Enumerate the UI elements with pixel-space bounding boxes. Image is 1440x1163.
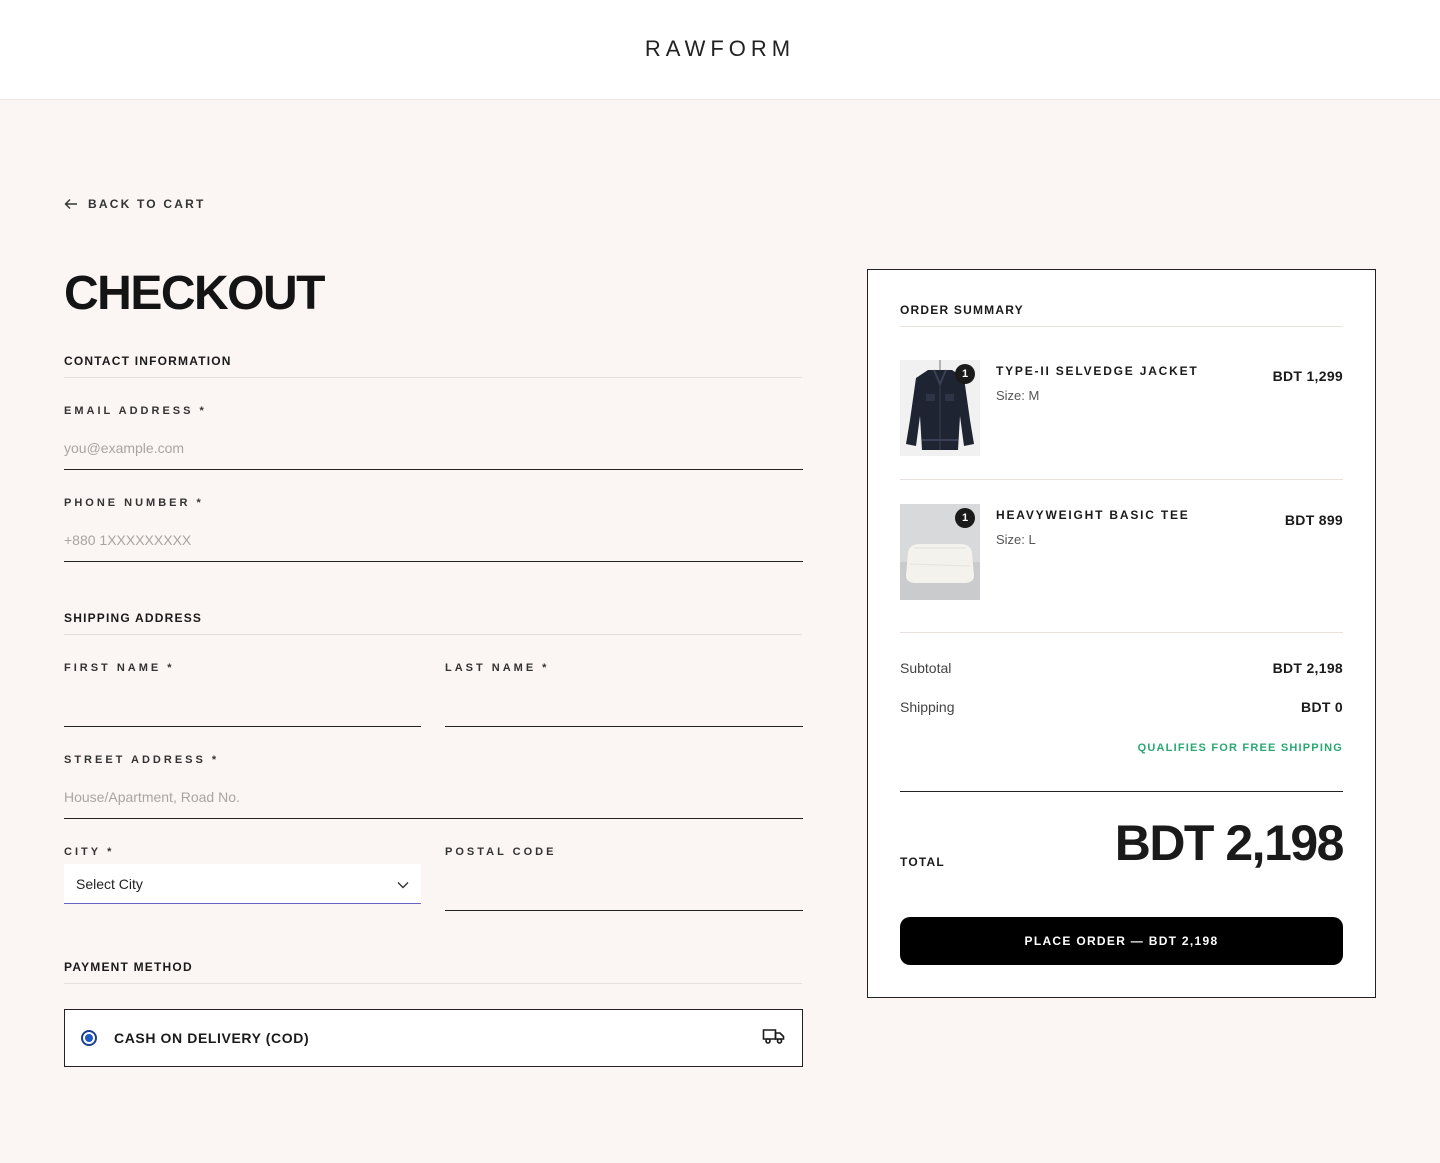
item-size: Size: M (996, 388, 1040, 403)
payment-option-cod[interactable]: CASH ON DELIVERY (COD) (64, 1009, 803, 1067)
item-price: BDT 899 (1284, 512, 1343, 528)
item-size: Size: L (996, 532, 1036, 547)
phone-label: PHONE NUMBER * (64, 497, 204, 509)
brand-logo[interactable]: RAWFORM (0, 36, 1440, 62)
subtotal-label: Subtotal (900, 660, 952, 676)
first-name-input[interactable] (64, 693, 421, 727)
cod-radio[interactable] (81, 1030, 97, 1046)
subtotal-value: BDT 2,198 (1272, 660, 1343, 676)
last-name-input[interactable] (445, 693, 803, 727)
city-select[interactable]: Select City (64, 864, 421, 904)
back-to-cart-link[interactable]: BACK TO CART (64, 197, 206, 211)
first-name-label: FIRST NAME * (64, 662, 175, 674)
item-price: BDT 1,299 (1272, 368, 1343, 384)
total-label: TOTAL (900, 855, 945, 869)
arrow-left-icon (64, 198, 78, 210)
postal-code-label: POSTAL CODE (445, 846, 557, 858)
city-select-value: Select City (76, 875, 143, 892)
top-bar: RAWFORM (0, 0, 1440, 100)
item-name: HEAVYWEIGHT BASIC TEE (996, 508, 1190, 522)
contact-section-title: CONTACT INFORMATION (64, 354, 802, 378)
cod-label: CASH ON DELIVERY (COD) (114, 1030, 310, 1046)
item-quantity-badge: 1 (955, 364, 975, 384)
email-label: EMAIL ADDRESS * (64, 405, 207, 417)
order-summary-title: ORDER SUMMARY (900, 303, 1343, 327)
phone-input[interactable] (64, 528, 803, 562)
street-address-input[interactable] (64, 785, 803, 819)
divider (900, 632, 1343, 633)
street-address-label: STREET ADDRESS * (64, 754, 220, 766)
item-name: TYPE-II SELVEDGE JACKET (996, 364, 1199, 378)
divider (900, 479, 1343, 480)
item-quantity-badge: 1 (955, 508, 975, 528)
order-item: 1 HEAVYWEIGHT BASIC TEE Size: L BDT 899 (900, 504, 1343, 600)
order-summary: ORDER SUMMARY 1 TYPE-II SELVEDGE JACKET … (867, 269, 1376, 998)
back-to-cart-label: BACK TO CART (88, 197, 206, 211)
total-value: BDT 2,198 (1114, 815, 1345, 871)
last-name-label: LAST NAME * (445, 662, 550, 674)
place-order-button[interactable]: PLACE ORDER — BDT 2,198 (900, 917, 1343, 965)
chevron-down-icon (397, 876, 409, 892)
total-divider (900, 791, 1343, 792)
payment-section-title: PAYMENT METHOD (64, 960, 802, 984)
shipping-value: BDT 0 (1301, 699, 1343, 715)
city-label: CITY * (64, 846, 115, 858)
shipping-label: Shipping (900, 699, 955, 715)
order-item: 1 TYPE-II SELVEDGE JACKET Size: M BDT 1,… (900, 360, 1343, 456)
email-input[interactable] (64, 436, 803, 470)
page-title: CHECKOUT (64, 267, 326, 320)
truck-icon (762, 1027, 786, 1050)
free-shipping-note: QUALIFIES FOR FREE SHIPPING (1137, 742, 1343, 754)
postal-code-input[interactable] (445, 877, 803, 911)
shipping-section-title: SHIPPING ADDRESS (64, 611, 802, 635)
